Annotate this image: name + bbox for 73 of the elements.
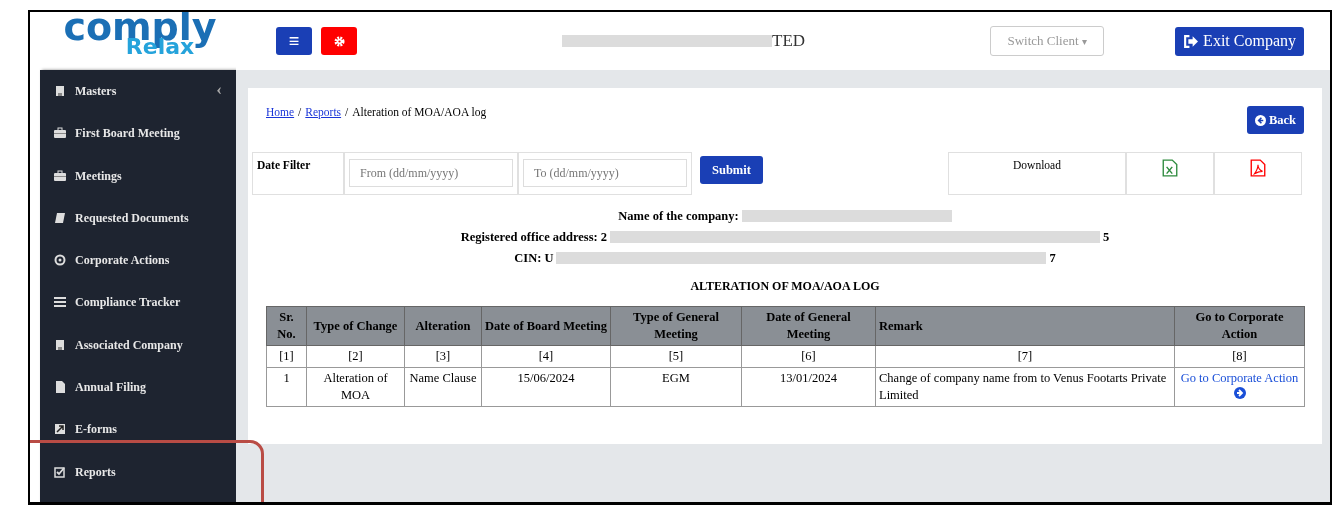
info-label: Name of the company: xyxy=(618,208,739,224)
back-button[interactable]: Back xyxy=(1246,106,1304,134)
company-name: TED xyxy=(772,31,806,51)
table-cell: Change of company name from to Venus Footarts Private Limited xyxy=(875,367,1175,407)
exit-company-button[interactable]: Exit Company xyxy=(1175,26,1304,56)
menu-button[interactable]: ≡ xyxy=(276,27,312,55)
column-index-cell: [1] xyxy=(266,345,307,368)
column-index-cell: [5] xyxy=(610,345,742,368)
sidebar-item[interactable]: Annual Filing xyxy=(40,372,236,415)
sidebar-item[interactable]: Corporate Actions xyxy=(40,245,236,288)
breadcrumb-link[interactable]: Home xyxy=(266,106,295,118)
sidebar-item[interactable]: Requested Documents xyxy=(40,202,236,246)
column-header: Go to Corporate Action xyxy=(1174,306,1305,346)
column-index-cell: [3] xyxy=(404,345,482,368)
column-index-cell: [4] xyxy=(481,345,611,368)
info-value-fragment: 7 xyxy=(1049,250,1056,266)
sidebar-item[interactable]: Meetings xyxy=(40,160,236,203)
excel-icon[interactable] xyxy=(1162,159,1178,177)
sidebar-item[interactable]: First Board Meeting xyxy=(40,118,236,161)
table-cell: Alteration of MOA xyxy=(306,367,405,407)
column-header: Sr. No. xyxy=(266,306,307,346)
info-value-fragment: U xyxy=(544,250,554,266)
arrow-icon xyxy=(54,423,66,436)
table-cell: Name Clause xyxy=(404,367,482,407)
download-label: Download xyxy=(1013,159,1061,171)
info-value-fragment: 5 xyxy=(1103,229,1110,245)
exit-icon xyxy=(1183,34,1199,48)
info-label: Registered office address: xyxy=(460,229,598,245)
column-index-cell: [6] xyxy=(741,345,876,368)
report-title: ALTERATION OF MOA/AOA LOG xyxy=(689,279,881,294)
gear-icon xyxy=(333,35,345,47)
info-label: CIN: xyxy=(514,250,542,266)
document-icon xyxy=(54,381,66,394)
settings-button[interactable] xyxy=(321,27,357,55)
arrow-icon xyxy=(1233,387,1246,399)
sidebar-item[interactable]: Compliance Tracker xyxy=(40,287,236,330)
column-index-cell: [2] xyxy=(306,345,405,368)
briefcase-icon xyxy=(54,169,66,182)
breadcrumb-separator: / xyxy=(298,106,302,118)
sidebar-item[interactable]: Reports xyxy=(40,456,236,499)
table-cell: EGM xyxy=(610,367,742,407)
from-date-field[interactable]: From (dd/mm/yyyy) xyxy=(349,159,513,187)
info-value-fragment: 2 xyxy=(600,229,607,245)
back-arrow-icon xyxy=(1254,114,1266,126)
circle-icon xyxy=(54,254,66,267)
column-index-cell: [8] xyxy=(1174,345,1305,368)
briefcase-icon xyxy=(54,127,66,140)
to-date-field[interactable]: To (dd/mm/yyyy) xyxy=(523,159,687,187)
column-header: Alteration xyxy=(404,306,482,346)
column-header: Date of General Meeting xyxy=(741,306,876,346)
list-icon xyxy=(54,296,66,309)
column-header: Type of Change xyxy=(306,306,405,346)
book-icon xyxy=(54,211,66,224)
table-cell: 13/01/2024 xyxy=(741,367,876,407)
column-header: Remark xyxy=(875,306,1175,346)
breadcrumb-current: Alteration of MOA/AOA log xyxy=(352,106,487,118)
pdf-icon[interactable] xyxy=(1250,159,1266,177)
building-icon xyxy=(54,338,66,351)
table-cell: 1 xyxy=(266,367,307,407)
building-icon xyxy=(54,85,66,97)
table-cell: 15/06/2024 xyxy=(481,367,611,407)
breadcrumb-link[interactable]: Reports xyxy=(305,106,342,118)
breadcrumb-separator: / xyxy=(345,106,349,118)
sidebar-item[interactable]: Associated Company xyxy=(40,329,236,373)
submit-button[interactable]: Submit xyxy=(700,156,763,184)
column-index-cell: [7] xyxy=(875,345,1175,368)
column-header: Type of General Meeting xyxy=(610,306,742,346)
chevron-icon: ‹ xyxy=(216,84,222,96)
column-header: Date of Board Meeting xyxy=(481,306,611,346)
sidebar-item[interactable]: E-forms xyxy=(40,414,236,457)
sidebar-item[interactable]: Masters ‹ xyxy=(40,76,236,119)
date-filter-label: Date Filter xyxy=(257,159,311,171)
checkbox-icon xyxy=(54,465,66,478)
